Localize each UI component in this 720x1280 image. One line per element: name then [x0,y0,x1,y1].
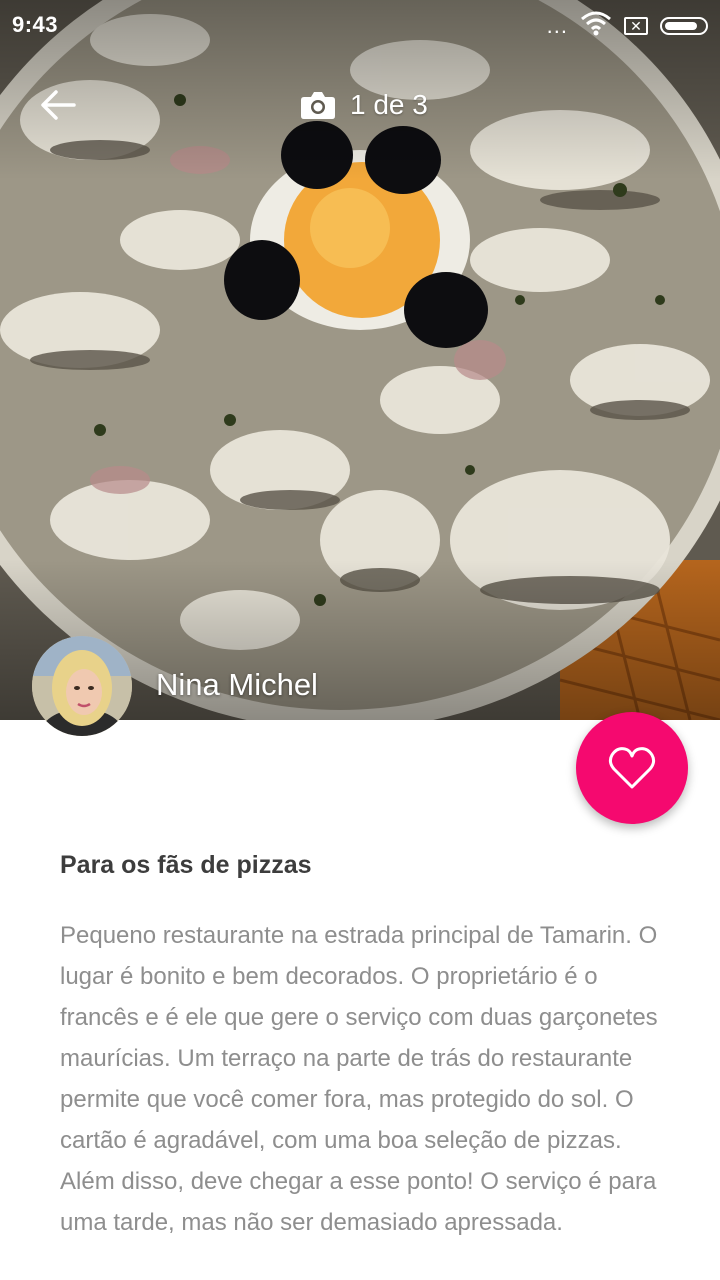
back-button[interactable] [30,80,86,130]
battery-level [665,21,697,30]
review-body: Pequeno restaurante na estrada principal… [60,922,658,1236]
photo-counter-label: 1 de 3 [350,89,428,120]
avatar[interactable] [32,636,132,736]
heart-icon [608,747,656,789]
author-name[interactable]: Nina Michel [156,667,318,703]
arrow-left-icon [41,90,76,120]
status-bar: 9:43 ... ✕ [0,0,720,50]
battery-icon [660,16,708,35]
review-detail-screen: 9:43 ... ✕ 1 de 3 Nina Michel Para os fã… [0,0,720,1280]
status-time: 9:43 [12,12,59,37]
wifi-icon [580,10,612,41]
photo-counter: 1 de 3 [300,82,428,128]
favorite-button[interactable] [576,712,688,824]
author-photo [32,636,132,736]
review-title: Para os fãs de pizzas [60,851,312,879]
status-icons: ... ✕ [547,10,708,41]
signal-dots: ... [546,12,568,38]
sim-icon: ✕ [624,16,648,35]
camera-icon [301,92,335,119]
